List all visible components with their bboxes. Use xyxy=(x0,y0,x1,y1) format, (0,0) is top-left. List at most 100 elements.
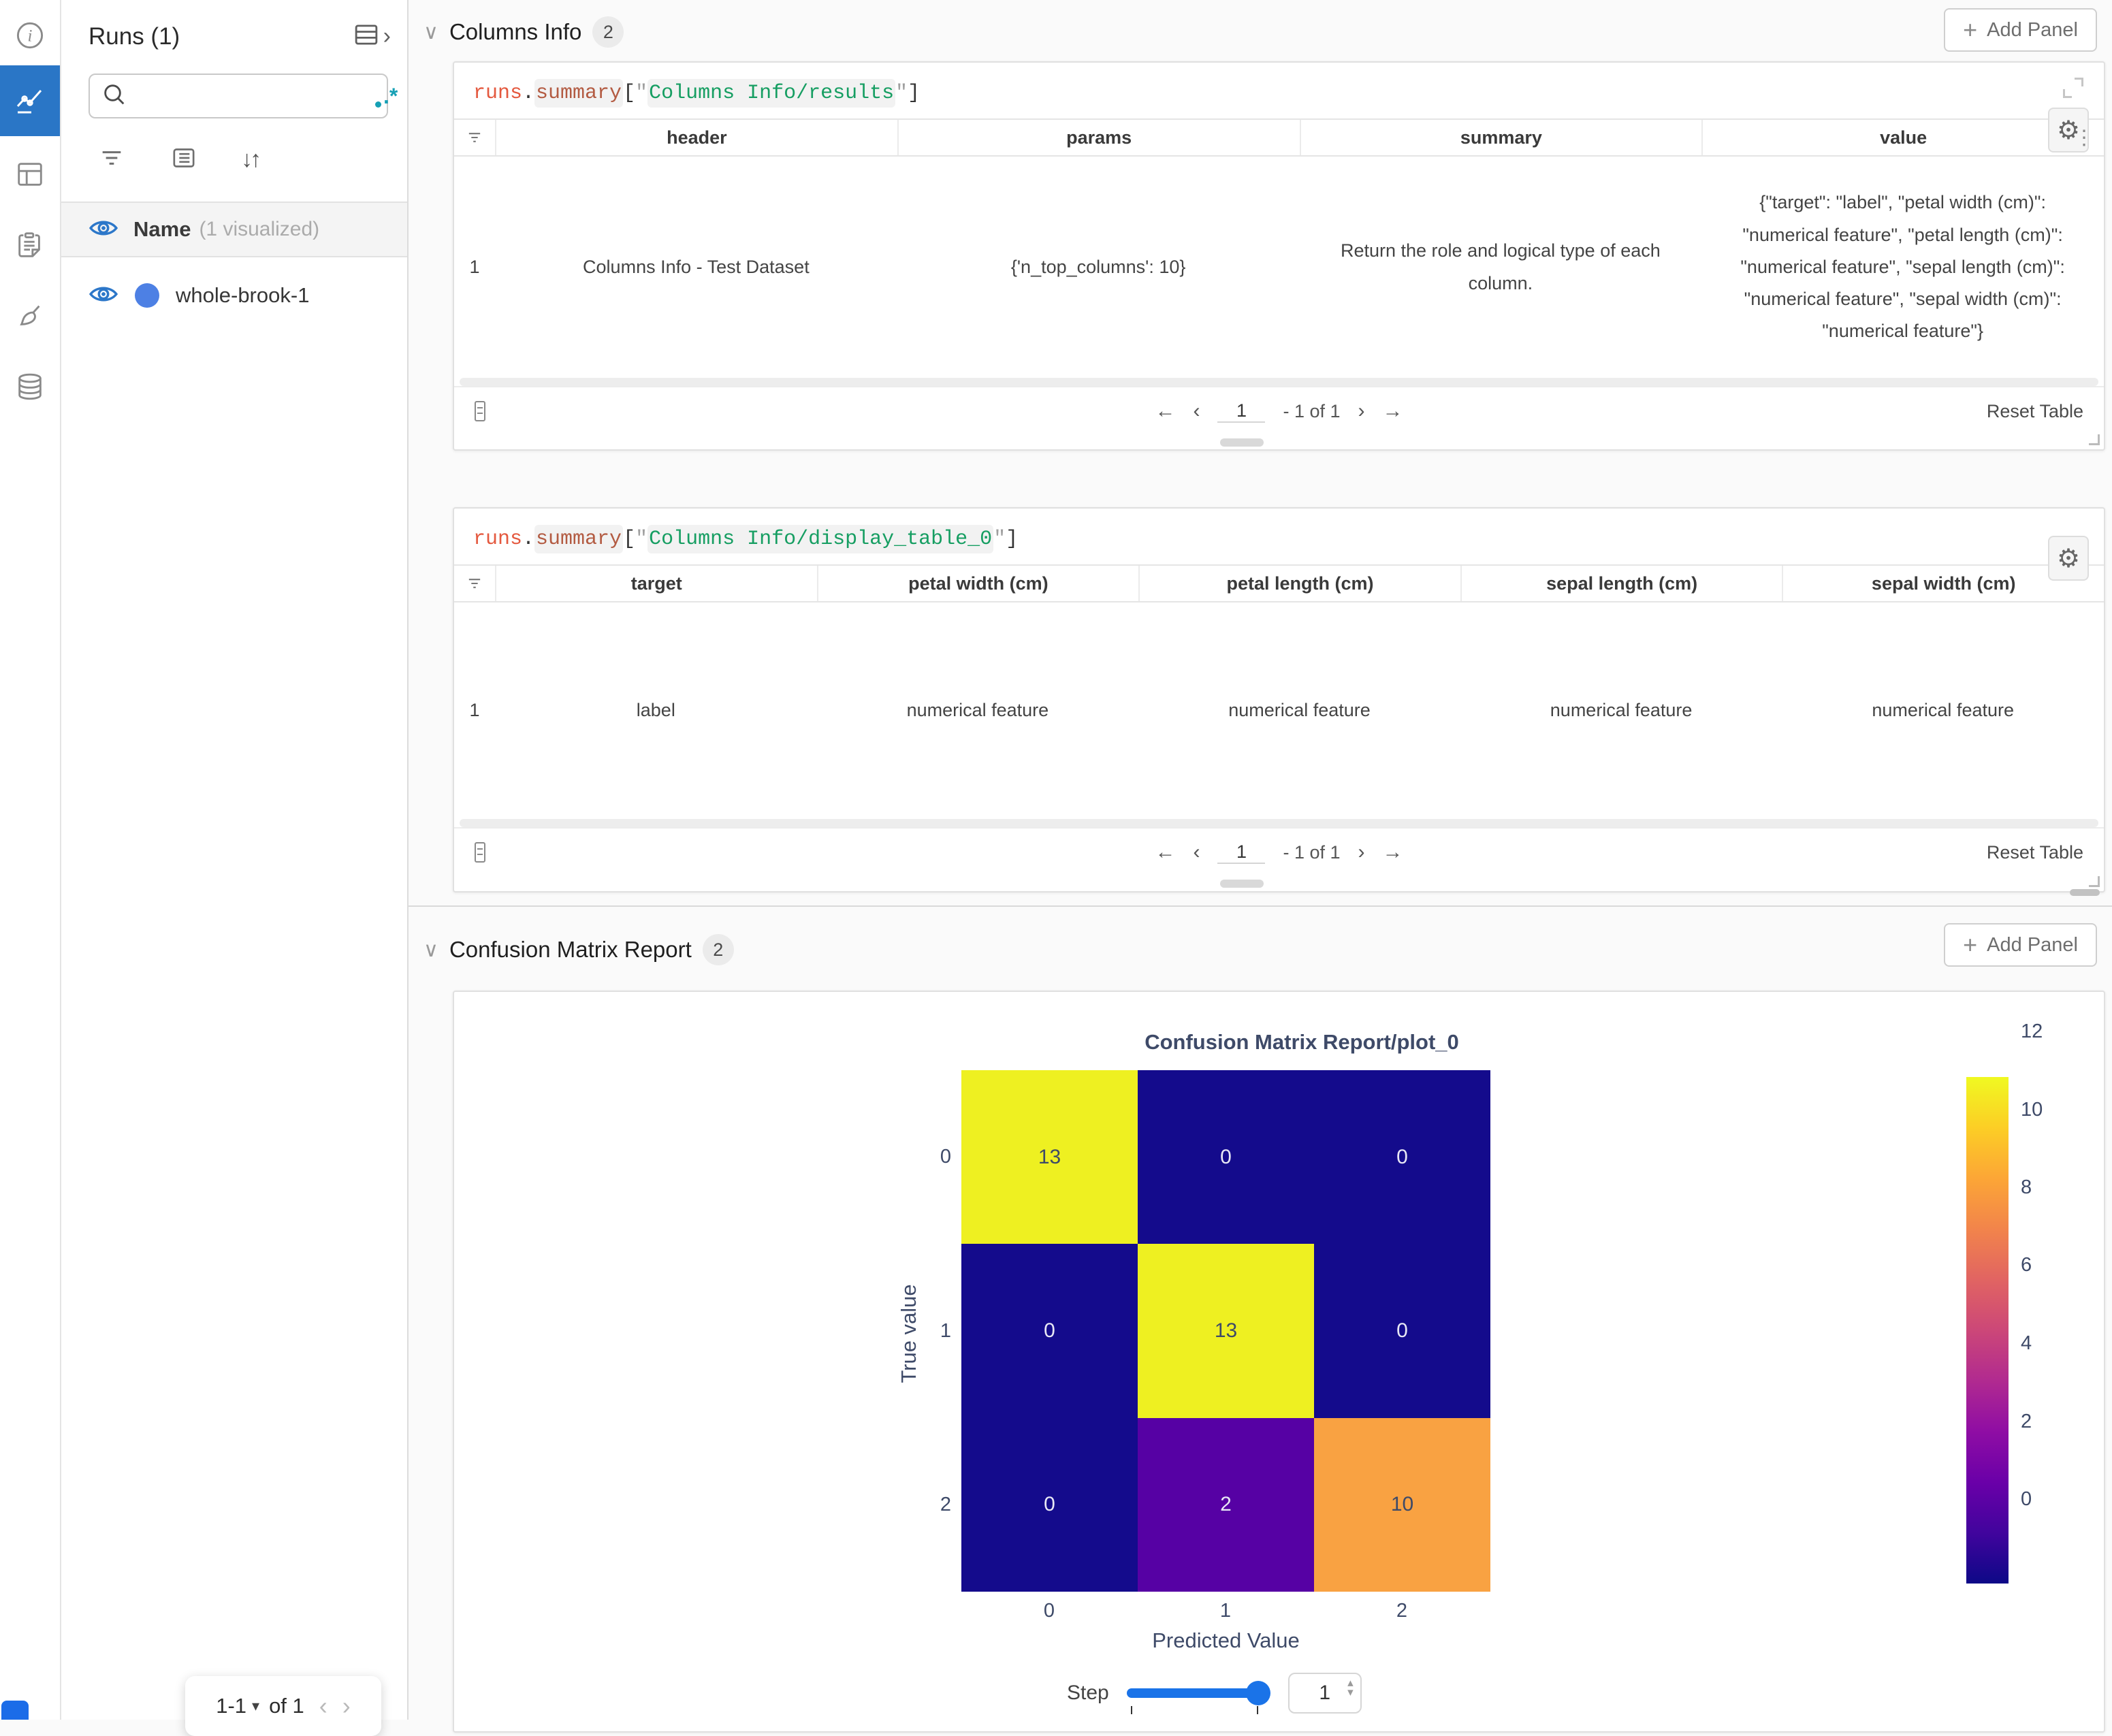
pager-range[interactable]: 1-1 xyxy=(216,1694,246,1718)
horizontal-scrollbar[interactable] xyxy=(460,819,2098,827)
eye-icon[interactable] xyxy=(89,283,118,308)
column-header-value[interactable]: value ⋮ xyxy=(1701,120,2104,155)
results-table-footer: ← ‹ 1 - 1 of 1 › → Reset Table xyxy=(454,386,2104,435)
first-page-icon[interactable]: ← xyxy=(1155,400,1175,423)
group-list-icon[interactable] xyxy=(169,144,199,175)
last-page-icon[interactable]: → xyxy=(1383,400,1403,423)
sort-icon[interactable]: ↓↑ xyxy=(241,146,259,173)
eye-icon[interactable] xyxy=(89,217,118,242)
panel-resize-handle[interactable] xyxy=(2089,434,2100,445)
plot-title: Confusion Matrix Report/plot_0 xyxy=(1029,1030,1574,1055)
matrix-cell[interactable]: 0 xyxy=(1138,1070,1314,1244)
column-header[interactable]: sepal length (cm) xyxy=(1460,566,1782,601)
add-panel-button[interactable]: + Add Panel xyxy=(1944,923,2097,967)
colorbar-tick: 6 xyxy=(2021,1254,2075,1276)
artifacts-database-icon[interactable] xyxy=(0,351,60,422)
next-page-icon[interactable]: › xyxy=(1358,841,1365,864)
results-table-row[interactable]: 1 Columns Info - Test Dataset {'n_top_co… xyxy=(454,157,2104,378)
runs-pagination[interactable]: 1-1 ▾ of 1 ‹ › xyxy=(185,1676,381,1736)
section-collapse-chevron-icon[interactable]: ∨ xyxy=(423,20,438,44)
cell: numerical feature xyxy=(1460,694,1782,726)
colorbar-tick: 4 xyxy=(2021,1332,2075,1355)
matrix-cell[interactable]: 0 xyxy=(1314,1070,1490,1244)
panels-icon[interactable] xyxy=(0,139,60,210)
slider-handle[interactable] xyxy=(1246,1681,1270,1705)
section-panel-count-badge: 2 xyxy=(703,934,734,965)
matrix-cell[interactable]: 13 xyxy=(1138,1244,1314,1417)
section-columns-info[interactable]: ∨ Columns Info 2 xyxy=(423,16,624,48)
matrix-cell[interactable]: 2 xyxy=(1138,1418,1314,1592)
filter-column-icon[interactable] xyxy=(454,566,495,601)
runs-name-column-header[interactable]: Name (1 visualized) xyxy=(61,202,407,257)
info-icon[interactable]: i xyxy=(0,0,60,71)
filter-icon[interactable] xyxy=(97,144,127,175)
help-chat-button[interactable] xyxy=(1,1701,29,1720)
next-page-icon[interactable]: › xyxy=(1358,400,1365,423)
add-panel-button[interactable]: + Add Panel xyxy=(1944,8,2097,52)
page-range-label: - 1 of 1 xyxy=(1283,401,1340,422)
run-color-dot xyxy=(135,283,159,308)
plus-icon: + xyxy=(1963,931,1977,959)
filter-column-icon[interactable] xyxy=(454,120,495,155)
confusion-matrix-heatmap[interactable]: 13 0 0 0 13 0 0 2 10 xyxy=(961,1070,1490,1592)
column-header[interactable]: params xyxy=(897,120,1300,155)
name-column-label: Name xyxy=(133,217,191,242)
search-input[interactable] xyxy=(138,85,383,107)
prev-page-icon[interactable]: ‹ xyxy=(1193,841,1200,864)
pager-caret-down-icon[interactable]: ▾ xyxy=(252,1697,259,1715)
colorbar xyxy=(1966,1077,2009,1584)
last-page-icon[interactable]: → xyxy=(1383,841,1403,864)
matrix-cell[interactable]: 0 xyxy=(961,1244,1138,1417)
matrix-cell[interactable]: 10 xyxy=(1314,1418,1490,1592)
stepper-down-icon[interactable]: ▾ xyxy=(1347,1688,1354,1697)
runs-header: Runs (1) › xyxy=(89,20,391,52)
first-page-icon[interactable]: ← xyxy=(1155,841,1175,864)
prev-page-icon[interactable]: ‹ xyxy=(1193,400,1200,423)
pager-prev-icon[interactable]: ‹ xyxy=(319,1692,327,1720)
horizontal-scrollbar[interactable] xyxy=(460,378,2098,386)
page-number-input[interactable]: 1 xyxy=(1217,400,1265,423)
column-header[interactable]: petal length (cm) xyxy=(1138,566,1460,601)
column-header[interactable]: sepal width (cm) xyxy=(1782,566,2104,601)
scrollbar-thumb[interactable] xyxy=(2070,889,2100,896)
row-number[interactable]: 1 xyxy=(454,251,495,283)
column-header[interactable]: target xyxy=(495,566,817,601)
column-header[interactable]: header xyxy=(495,120,897,155)
step-control: Step 1 ▴ ▾ xyxy=(1067,1673,1362,1714)
brush-icon[interactable] xyxy=(0,280,60,351)
section-divider xyxy=(409,905,2112,907)
panel-query-code: runs.summary["Columns Info/display_table… xyxy=(454,509,2104,564)
column-header[interactable]: summary xyxy=(1300,120,1702,155)
clipboard-icon[interactable] xyxy=(0,210,60,280)
runs-table-icon[interactable] xyxy=(352,20,381,52)
step-slider[interactable] xyxy=(1127,1688,1260,1698)
display-table-row[interactable]: 1 label numerical feature numerical feat… xyxy=(454,602,2104,819)
fullscreen-icon[interactable] xyxy=(2063,78,2083,98)
pager-next-icon[interactable]: › xyxy=(342,1692,351,1720)
workspace-chart-icon[interactable] xyxy=(0,65,60,136)
runs-title: Runs (1) xyxy=(89,23,180,50)
section-confusion-matrix[interactable]: ∨ Confusion Matrix Report 2 xyxy=(423,934,734,965)
y-tick: 0 xyxy=(917,1146,951,1168)
regex-toggle-icon[interactable]: .* xyxy=(383,84,398,109)
pager-of-label: of 1 xyxy=(269,1694,304,1718)
y-tick: 2 xyxy=(917,1494,951,1516)
run-row[interactable]: whole-brook-1 xyxy=(61,271,407,320)
column-menu-kebab-icon[interactable]: ⋮ xyxy=(2074,126,2094,150)
column-header[interactable]: petal width (cm) xyxy=(817,566,1139,601)
page-range-label: - 1 of 1 xyxy=(1283,842,1340,863)
colorbar-tick: 10 xyxy=(2021,1099,2075,1121)
section-collapse-chevron-icon[interactable]: ∨ xyxy=(423,938,438,962)
row-number[interactable]: 1 xyxy=(454,694,495,726)
runs-toolbar: ↓↑ xyxy=(97,144,259,175)
matrix-cell[interactable]: 13 xyxy=(961,1070,1138,1244)
display-table-footer: ← ‹ 1 - 1 of 1 › → Reset Table xyxy=(454,827,2104,876)
page-number-input[interactable]: 1 xyxy=(1217,841,1265,864)
run-search[interactable]: .* xyxy=(89,74,388,118)
matrix-cell[interactable]: 0 xyxy=(1314,1244,1490,1417)
expand-sidebar-chevron-icon[interactable]: › xyxy=(383,23,391,50)
step-value-input[interactable]: 1 ▴ ▾ xyxy=(1288,1673,1362,1714)
matrix-cell[interactable]: 0 xyxy=(961,1418,1138,1592)
plus-icon: + xyxy=(1963,16,1977,44)
panel-resize-handle[interactable] xyxy=(2089,876,2100,887)
